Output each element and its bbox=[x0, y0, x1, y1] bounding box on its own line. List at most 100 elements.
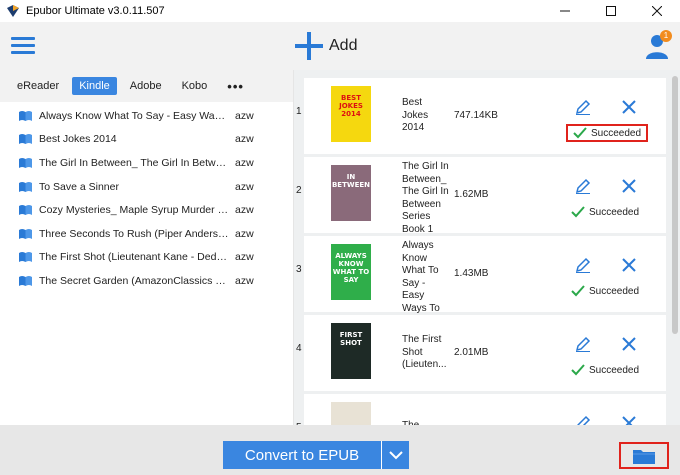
book-format: azw bbox=[235, 180, 254, 193]
maximize-button[interactable] bbox=[588, 0, 634, 22]
library-book-item[interactable]: To Save a Sinner azw bbox=[0, 175, 293, 199]
library-book-item[interactable]: The Secret Garden (AmazonClassics Edit..… bbox=[0, 269, 293, 293]
queue-item[interactable]: ALWAYS KNOW WHAT TO SAY Always Know What … bbox=[304, 236, 666, 326]
toolbar: Add 1 bbox=[0, 22, 680, 70]
close-button[interactable] bbox=[634, 0, 680, 22]
book-icon bbox=[19, 157, 32, 168]
title-bar: Epubor Ultimate v3.0.11.507 bbox=[0, 0, 680, 22]
book-icon bbox=[19, 275, 32, 286]
edit-icon[interactable] bbox=[574, 414, 592, 425]
cover-title: FIRST SHOT bbox=[339, 331, 363, 347]
user-account-button[interactable]: 1 bbox=[644, 30, 672, 60]
book-format: azw bbox=[235, 251, 254, 264]
checkmark-icon bbox=[571, 206, 585, 218]
book-cover: FIRST SHOT bbox=[331, 323, 371, 379]
book-title: The Girl In Between_ The Girl In Between… bbox=[39, 156, 229, 169]
book-title: Cozy Mysteries_ Maple Syrup Murder (An .… bbox=[39, 204, 229, 217]
book-format: azw bbox=[235, 204, 254, 217]
queue-book-title: Best Jokes 2014 bbox=[402, 97, 429, 134]
edit-icon[interactable] bbox=[574, 98, 592, 116]
minimize-icon bbox=[560, 10, 570, 12]
status-badge: Succeeded bbox=[566, 282, 644, 300]
convert-button[interactable]: Convert to EPUB bbox=[223, 441, 409, 469]
conversion-queue: 1 BEST JOKES 2014 Best Jokes 2014 747.14KB S… bbox=[294, 70, 680, 425]
delete-icon[interactable] bbox=[622, 100, 636, 114]
folder-icon bbox=[633, 449, 655, 464]
file-size: 747.14KB bbox=[454, 110, 498, 121]
book-title: The First Shot (Lieutenant Kane - Dedica… bbox=[39, 251, 229, 264]
queue-item[interactable]: FIRST SHOT The First Shot (Lieuten... 2.01… bbox=[304, 315, 666, 391]
book-cover bbox=[331, 402, 371, 425]
tab-ereader[interactable]: eReader bbox=[10, 77, 66, 95]
scrollbar[interactable] bbox=[670, 70, 680, 425]
queue-item[interactable]: IN BETWEEN The Girl In Between_ The Girl … bbox=[304, 157, 666, 235]
status-text: Succeeded bbox=[589, 206, 640, 218]
queue-row-number: 4 bbox=[296, 343, 302, 354]
cover-title: ALWAYS KNOW WHAT TO SAY bbox=[332, 252, 370, 284]
checkmark-icon bbox=[571, 285, 585, 297]
queue-item[interactable]: BEST JOKES 2014 Best Jokes 2014 747.14KB Su… bbox=[304, 78, 666, 154]
delete-icon[interactable] bbox=[622, 179, 636, 193]
add-label: Add bbox=[329, 37, 358, 54]
close-icon bbox=[652, 6, 662, 16]
status-text: Succeeded bbox=[591, 127, 642, 139]
tab-adobe[interactable]: Adobe bbox=[123, 77, 169, 95]
book-list: Always Know What To Say - Easy Ways To..… bbox=[0, 102, 293, 293]
library-book-item[interactable]: The Girl In Between_ The Girl In Between… bbox=[0, 151, 293, 175]
queue-book-title: The Girl In Between_ The Girl In Between… bbox=[402, 161, 449, 235]
minimize-button[interactable] bbox=[542, 0, 588, 22]
convert-label[interactable]: Convert to EPUB bbox=[223, 441, 381, 469]
library-book-item[interactable]: Always Know What To Say - Easy Ways To..… bbox=[0, 104, 293, 128]
cover-title: BEST JOKES 2014 bbox=[339, 94, 363, 118]
library-book-item[interactable]: The First Shot (Lieutenant Kane - Dedica… bbox=[0, 246, 293, 270]
library-book-item[interactable]: Cozy Mysteries_ Maple Syrup Murder (An .… bbox=[0, 198, 293, 222]
edit-icon[interactable] bbox=[574, 177, 592, 195]
maximize-icon bbox=[606, 6, 616, 16]
book-icon bbox=[19, 252, 32, 263]
library-book-item[interactable]: Best Jokes 2014 azw bbox=[0, 128, 293, 152]
scroll-thumb[interactable] bbox=[672, 76, 678, 334]
more-tabs-button[interactable]: ••• bbox=[220, 76, 251, 97]
queue-row-number: 2 bbox=[296, 185, 302, 196]
add-button[interactable]: Add bbox=[295, 32, 357, 60]
notification-badge: 1 bbox=[660, 30, 672, 42]
format-dropdown-button[interactable] bbox=[381, 441, 409, 469]
book-format: azw bbox=[235, 133, 254, 146]
book-title: Three Seconds To Rush (Piper Anderson ..… bbox=[39, 227, 229, 240]
menu-button[interactable] bbox=[11, 37, 35, 55]
queue-row-number: 3 bbox=[296, 264, 302, 275]
status-badge: Succeeded bbox=[566, 361, 644, 379]
cover-title bbox=[331, 402, 371, 410]
delete-icon[interactable] bbox=[622, 416, 636, 425]
library-book-item[interactable]: Three Seconds To Rush (Piper Anderson ..… bbox=[0, 222, 293, 246]
tab-kobo[interactable]: Kobo bbox=[175, 77, 215, 95]
plus-icon bbox=[295, 32, 323, 60]
status-badge: Succeeded bbox=[566, 203, 644, 221]
tab-kindle[interactable]: Kindle bbox=[72, 77, 117, 95]
hamburger-icon bbox=[11, 37, 35, 40]
status-text: Succeeded bbox=[589, 285, 640, 297]
status-badge: Succeeded bbox=[566, 124, 649, 142]
open-output-folder-button[interactable] bbox=[619, 442, 669, 469]
book-title: Best Jokes 2014 bbox=[39, 133, 117, 146]
book-icon bbox=[19, 134, 32, 145]
book-icon bbox=[19, 228, 32, 239]
queue-item[interactable]: The Secret Garden1.60MB bbox=[304, 394, 666, 425]
book-title: The Secret Garden (AmazonClassics Edit..… bbox=[39, 274, 229, 287]
book-icon bbox=[19, 205, 32, 216]
book-icon bbox=[19, 110, 32, 121]
window-title: Epubor Ultimate v3.0.11.507 bbox=[26, 5, 165, 17]
book-icon bbox=[19, 181, 32, 192]
edit-icon[interactable] bbox=[574, 335, 592, 353]
book-cover: BEST JOKES 2014 bbox=[331, 86, 371, 142]
delete-icon[interactable] bbox=[622, 258, 636, 272]
book-cover: IN BETWEEN bbox=[331, 165, 371, 221]
queue-book-title: The First Shot (Lieuten... bbox=[402, 334, 447, 371]
file-size: 1.62MB bbox=[454, 189, 489, 200]
edit-icon[interactable] bbox=[574, 256, 592, 274]
book-format: azw bbox=[235, 274, 254, 287]
file-size: 1.43MB bbox=[454, 268, 489, 279]
delete-icon[interactable] bbox=[622, 337, 636, 351]
book-format: azw bbox=[235, 109, 254, 122]
cover-title: IN BETWEEN bbox=[331, 173, 371, 189]
